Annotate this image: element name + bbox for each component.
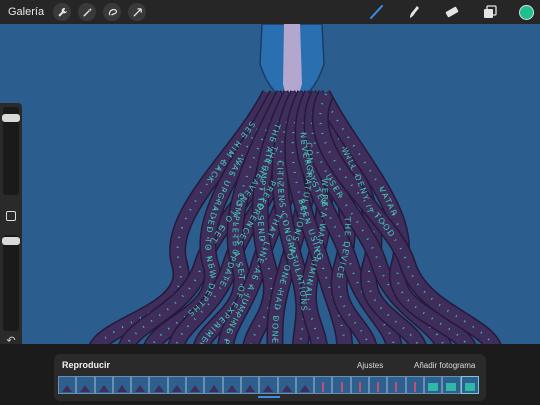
- settings-button[interactable]: Ajustes: [357, 361, 383, 370]
- frame-thumbnail: [340, 382, 343, 392]
- timeline-frame[interactable]: [277, 376, 296, 394]
- frame-thumbnail: [322, 382, 325, 392]
- artwork: SEE HIM BACKTHE HEAVENS TO GETWAS UPGRAD…: [0, 24, 502, 344]
- timeline-frame[interactable]: [332, 376, 351, 394]
- frame-thumbnail: [358, 382, 361, 392]
- timeline-frame[interactable]: [240, 376, 260, 394]
- timeline-frame[interactable]: [167, 376, 187, 394]
- timeline-frame[interactable]: [405, 376, 424, 394]
- frame-thumbnail: [281, 385, 292, 392]
- magic-wand-icon[interactable]: [78, 3, 96, 21]
- timeline-frame[interactable]: [186, 376, 205, 394]
- frame-thumbnail: [135, 385, 146, 392]
- frame-thumbnail: [208, 385, 219, 392]
- timeline-frame[interactable]: [460, 376, 479, 394]
- transform-icon[interactable]: [128, 3, 146, 21]
- frame-thumbnail: [98, 385, 109, 392]
- left-sidebar: ↶ ↷: [0, 103, 22, 373]
- frame-thumbnail: [171, 385, 182, 392]
- opacity-slider[interactable]: [2, 237, 20, 245]
- timeline-frame[interactable]: [350, 376, 370, 394]
- creature-face: [283, 24, 302, 102]
- frame-thumbnail: [446, 383, 457, 391]
- wrench-icon[interactable]: [53, 3, 71, 21]
- add-frame-button[interactable]: Añadir fotograma: [414, 361, 475, 370]
- timeline-frame[interactable]: [369, 376, 388, 394]
- frame-thumbnail: [464, 383, 475, 391]
- color-swatch[interactable]: [519, 4, 534, 20]
- frame-thumbnail: [226, 385, 237, 392]
- timeline-frame[interactable]: [222, 376, 241, 394]
- smudge-icon[interactable]: [405, 3, 423, 21]
- frame-thumbnail: [395, 382, 398, 392]
- top-toolbar: Galería: [0, 0, 540, 24]
- modify-button[interactable]: [6, 211, 16, 221]
- frame-thumbnail: [153, 385, 164, 392]
- brush-icon[interactable]: [367, 3, 385, 21]
- tentacle-group: [89, 90, 502, 344]
- timeline-frame[interactable]: [204, 376, 223, 394]
- selection-icon[interactable]: [103, 3, 121, 21]
- frame-strip: [58, 376, 479, 394]
- timeline-scrubber[interactable]: [258, 396, 280, 398]
- drawing-canvas[interactable]: SEE HIM BACK THE HEAVENS TO GET WAS UPGRAD…: [0, 24, 540, 344]
- opacity-track[interactable]: [3, 235, 19, 331]
- frame-thumbnail: [413, 382, 416, 392]
- timeline-frame[interactable]: [295, 376, 315, 394]
- timeline-frame[interactable]: [76, 376, 95, 394]
- play-button[interactable]: Reproducir: [62, 360, 110, 370]
- brush-size-slider[interactable]: [2, 114, 20, 122]
- layers-icon[interactable]: [481, 3, 499, 21]
- timeline-frame[interactable]: [314, 376, 333, 394]
- timeline-frame[interactable]: [94, 376, 113, 394]
- timeline-frame[interactable]: [259, 376, 278, 394]
- timeline-frame[interactable]: [423, 376, 443, 394]
- frame-thumbnail: [117, 385, 128, 392]
- gallery-button[interactable]: Galería: [8, 6, 46, 18]
- timeline-frame[interactable]: [131, 376, 150, 394]
- frame-thumbnail: [80, 385, 91, 392]
- frame-thumbnail: [428, 383, 439, 391]
- frame-thumbnail: [190, 385, 201, 392]
- frame-thumbnail: [245, 385, 256, 392]
- frame-thumbnail: [62, 385, 73, 392]
- frame-thumbnail: [377, 382, 380, 392]
- right-tools: [367, 0, 540, 24]
- eraser-icon[interactable]: [443, 3, 461, 21]
- timeline-frame[interactable]: [387, 376, 406, 394]
- timeline-frame[interactable]: [442, 376, 461, 394]
- timeline-frame[interactable]: [149, 376, 168, 394]
- timeline-frame[interactable]: [112, 376, 132, 394]
- frame-thumbnail: [263, 385, 274, 392]
- frame-thumbnail: [300, 385, 310, 392]
- timeline-frame[interactable]: [58, 376, 77, 394]
